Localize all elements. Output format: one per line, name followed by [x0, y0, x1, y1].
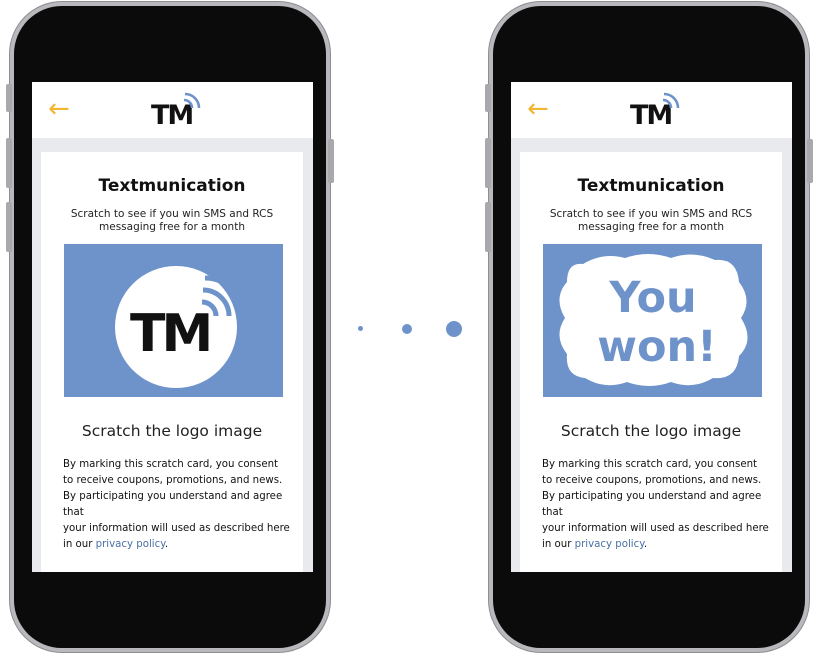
volume-up-button [485, 138, 491, 188]
consent-line: By marking this scratch card, you consen… [542, 459, 758, 470]
consent-suffix: . [643, 539, 648, 550]
scratch-instruction: Scratch the logo image [560, 422, 742, 440]
consent-line: By marking this scratch card, you consen… [63, 459, 279, 470]
mute-switch [485, 84, 491, 112]
card-title: Textmunication [577, 176, 725, 196]
consent-text: By marking this scratch card, you consen… [63, 457, 303, 553]
scratch-area-revealed[interactable]: You won! [543, 244, 762, 397]
app-bar: ← TM [511, 82, 792, 138]
prize-reveal: You won! [559, 254, 748, 386]
consent-line: By participating you understand and agre… [542, 491, 762, 518]
tm-logo-icon: TM [151, 92, 201, 129]
mute-switch [6, 84, 12, 112]
consent-line: to receive coupons, promotions, and news… [542, 475, 762, 486]
consent-text: By marking this scratch card, you consen… [542, 457, 782, 553]
card-title: Textmunication [98, 176, 246, 196]
volume-down-button [485, 202, 491, 252]
power-button [807, 139, 813, 183]
phone-after-scratch: ← TM Textmunication Scratch to see if yo… [485, 6, 813, 648]
prize-line-1: You [608, 273, 696, 323]
scratch-area[interactable]: TM [64, 244, 283, 397]
prize-line-2: won! [597, 322, 717, 372]
consent-suffix: . [164, 539, 169, 550]
phone-screen: ← TM Textmunication Scratch to see if yo… [511, 82, 792, 572]
volume-up-button [6, 138, 12, 188]
consent-line-last: in our privacy policy. [63, 537, 303, 553]
logo-text: TM [630, 100, 671, 129]
progress-dot-large [446, 321, 462, 337]
privacy-policy-link[interactable]: privacy policy [575, 539, 644, 550]
tm-logo-badge-icon: TM [115, 266, 246, 388]
volume-down-button [6, 202, 12, 252]
consent-line: your information will used as described … [63, 523, 290, 534]
privacy-policy-link[interactable]: privacy policy [96, 539, 165, 550]
badge-logo-text: TM [130, 304, 209, 364]
logo-text: TM [151, 100, 192, 129]
back-arrow-icon[interactable]: ← [527, 94, 549, 124]
card-subtitle: Scratch to see if you win SMS and RCS me… [549, 208, 753, 233]
card-subtitle: Scratch to see if you win SMS and RCS me… [70, 208, 274, 233]
phone-before-scratch: ← TM Textmunication Scratch to see if yo… [6, 6, 334, 648]
back-arrow-icon[interactable]: ← [48, 94, 70, 124]
consent-line-last: in our privacy policy. [542, 537, 782, 553]
scratch-card: Textmunication Scratch to see if you win… [520, 152, 782, 572]
progress-dot-medium [402, 324, 412, 334]
power-button [328, 139, 334, 183]
progress-dot-small [358, 326, 363, 331]
scratch-instruction: Scratch the logo image [81, 422, 263, 440]
consent-prefix: in our [63, 539, 96, 550]
consent-line: to receive coupons, promotions, and news… [63, 475, 283, 486]
tm-logo-icon: TM [630, 92, 680, 129]
consent-prefix: in our [542, 539, 575, 550]
phone-screen: ← TM Textmunication Scratch to see if yo… [32, 82, 313, 572]
scratch-card: Textmunication Scratch to see if you win… [41, 152, 303, 572]
consent-line: By participating you understand and agre… [63, 491, 283, 518]
app-bar: ← TM [32, 82, 313, 138]
consent-line: your information will used as described … [542, 523, 769, 534]
